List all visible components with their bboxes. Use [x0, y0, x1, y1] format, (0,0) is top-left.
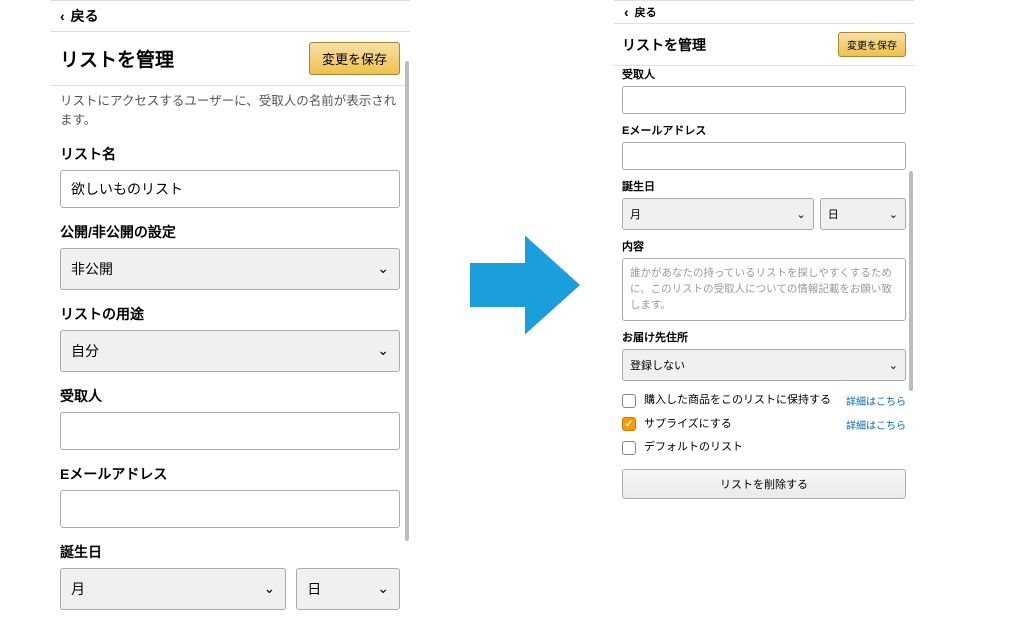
email-label: Eメールアドレス — [622, 122, 906, 138]
option-keep: 購入した商品をこのリストに保持する 詳細はこちら — [622, 389, 906, 412]
default-label: デフォルトのリスト — [644, 440, 906, 455]
option-surprise: サプライズにする 詳細はこちら — [622, 413, 906, 436]
recipient-input[interactable] — [622, 86, 906, 114]
field-birthday: 誕生日 月 ⌄ 日 ⌄ — [622, 178, 906, 230]
chevron-down-icon: ⌄ — [377, 580, 389, 597]
email-input[interactable] — [622, 142, 906, 170]
keep-detail-link[interactable]: 詳細はこちら — [846, 393, 906, 408]
save-button[interactable]: 変更を保存 — [309, 42, 400, 75]
recipient-label: 受取人 — [622, 66, 906, 82]
chevron-down-icon: ⌄ — [377, 260, 389, 277]
panel-right: ‹ 戻る リストを管理 変更を保存 受取人 Eメールアドレス 誕生日 月 ⌄ 日 — [614, 0, 914, 499]
field-list-name: リスト名 — [60, 144, 400, 208]
birthday-day-select[interactable]: 日 ⌄ — [296, 568, 400, 610]
email-input[interactable] — [60, 490, 400, 528]
field-address: お届け先住所 登録しない ⌄ — [622, 329, 906, 381]
title-row: リストを管理 変更を保存 — [50, 32, 410, 85]
birthday-label: 誕生日 — [622, 178, 906, 194]
field-recipient: 受取人 — [60, 386, 400, 450]
purpose-select[interactable]: 自分 ⌄ — [60, 330, 400, 372]
chevron-down-icon: ⌄ — [797, 208, 806, 221]
birthday-day-select[interactable]: 日 ⌄ — [820, 198, 906, 230]
chevron-down-icon: ⌄ — [889, 208, 898, 221]
back-label: 戻る — [635, 4, 657, 20]
option-default: デフォルトのリスト — [622, 436, 906, 459]
field-email: Eメールアドレス — [622, 122, 906, 170]
chevron-down-icon: ⌄ — [377, 342, 389, 359]
privacy-select[interactable]: 非公開 ⌄ — [60, 248, 400, 290]
recipient-input[interactable] — [60, 412, 400, 450]
field-privacy: 公開/非公開の設定 非公開 ⌄ — [60, 222, 400, 290]
purpose-value: 自分 — [71, 341, 99, 361]
field-purpose: リストの用途 自分 ⌄ — [60, 304, 400, 372]
help-text: リストにアクセスするユーザーに、受取人の名前が表示されます。 — [60, 92, 400, 130]
title-row: リストを管理 変更を保存 — [614, 24, 914, 65]
birthday-month-value: 月 — [71, 579, 85, 599]
content-textarea[interactable]: 誰かがあなたの持っているリストを探しやすくするために、このリストの受取人について… — [622, 258, 906, 321]
scrollbar[interactable] — [909, 171, 913, 391]
surprise-label: サプライズにする — [644, 417, 838, 432]
birthday-day-value: 日 — [828, 206, 839, 222]
arrow-right-icon — [470, 230, 580, 340]
divider — [50, 85, 410, 86]
chevron-down-icon: ⌄ — [264, 580, 276, 597]
birthday-month-value: 月 — [630, 206, 641, 222]
birthday-month-select[interactable]: 月 ⌄ — [622, 198, 814, 230]
chevron-down-icon: ⌄ — [889, 359, 898, 372]
back-button[interactable]: ‹ 戻る — [50, 1, 410, 31]
panel-left: ‹ 戻る リストを管理 変更を保存 リストにアクセスするユーザーに、受取人の名前… — [50, 0, 410, 624]
surprise-detail-link[interactable]: 詳細はこちら — [846, 417, 906, 432]
content-label: 内容 — [622, 238, 906, 254]
keep-label: 購入した商品をこのリストに保持する — [644, 393, 838, 408]
delete-list-button[interactable]: リストを削除する — [622, 469, 906, 499]
back-label: 戻る — [71, 6, 99, 26]
back-button[interactable]: ‹ 戻る — [614, 1, 914, 23]
keep-checkbox[interactable] — [622, 394, 636, 408]
field-email: Eメールアドレス — [60, 464, 400, 528]
page-title: リストを管理 — [622, 35, 706, 55]
default-checkbox[interactable] — [622, 441, 636, 455]
birthday-day-value: 日 — [307, 579, 321, 599]
address-label: お届け先住所 — [622, 329, 906, 345]
address-select[interactable]: 登録しない ⌄ — [622, 349, 906, 381]
list-name-label: リスト名 — [60, 144, 400, 164]
surprise-checkbox[interactable] — [622, 417, 636, 431]
field-content: 内容 誰かがあなたの持っているリストを探しやすくするために、このリストの受取人に… — [622, 238, 906, 321]
address-value: 登録しない — [630, 357, 685, 373]
chevron-left-icon: ‹ — [60, 8, 65, 24]
recipient-label: 受取人 — [60, 386, 400, 406]
form-body: リストにアクセスするユーザーに、受取人の名前が表示されます。 リスト名 公開/非… — [50, 92, 410, 610]
form-body: 受取人 Eメールアドレス 誕生日 月 ⌄ 日 ⌄ 内容 誰かがあなたの持ってい — [614, 66, 914, 499]
chevron-left-icon: ‹ — [624, 4, 629, 20]
scrollbar[interactable] — [405, 61, 409, 541]
purpose-label: リストの用途 — [60, 304, 400, 324]
birthday-label: 誕生日 — [60, 542, 400, 562]
privacy-label: 公開/非公開の設定 — [60, 222, 400, 242]
birthday-month-select[interactable]: 月 ⌄ — [60, 568, 286, 610]
page-title: リストを管理 — [60, 45, 174, 72]
list-name-input[interactable] — [60, 170, 400, 208]
field-recipient: 受取人 — [622, 66, 906, 114]
privacy-value: 非公開 — [71, 259, 113, 279]
email-label: Eメールアドレス — [60, 464, 400, 484]
save-button[interactable]: 変更を保存 — [838, 32, 906, 57]
